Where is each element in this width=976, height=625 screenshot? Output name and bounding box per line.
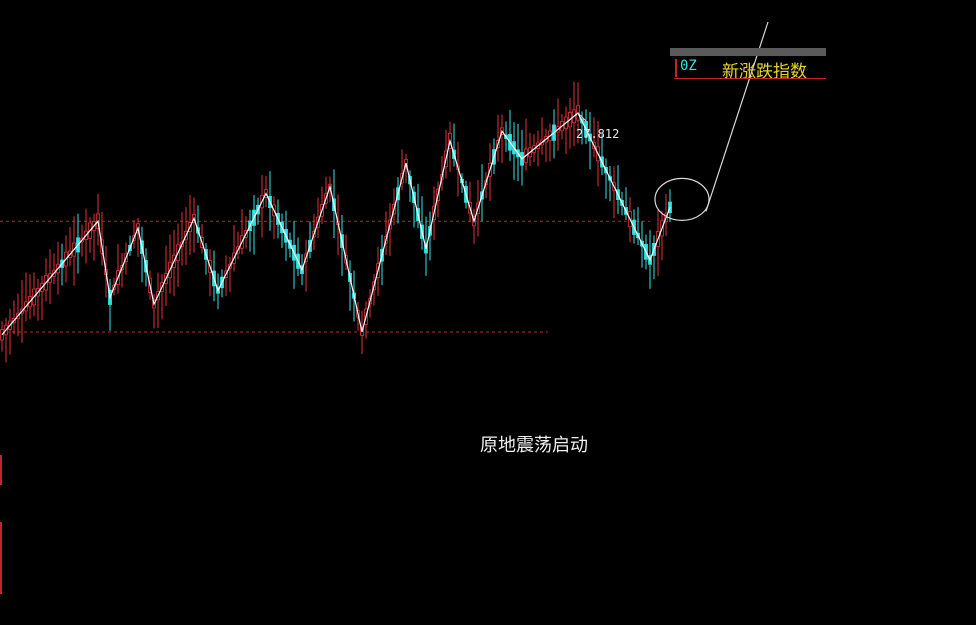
indicator-legend[interactable]: 0Z 新涨跌指数 bbox=[670, 48, 826, 82]
candlestick-chart bbox=[0, 21, 769, 363]
legend-tick bbox=[675, 59, 677, 77]
candles-layer bbox=[0, 81, 672, 363]
highlight-circle bbox=[654, 177, 710, 221]
peak-value-label: 27.812 bbox=[576, 127, 620, 141]
annotation-caption: 原地震荡启动 bbox=[480, 435, 588, 456]
left-edge-marker bbox=[0, 522, 2, 594]
left-edge-marker bbox=[0, 455, 2, 485]
legend-underline bbox=[674, 78, 826, 79]
legend-header-bar bbox=[670, 48, 826, 56]
legend-code: 0Z bbox=[680, 58, 697, 74]
